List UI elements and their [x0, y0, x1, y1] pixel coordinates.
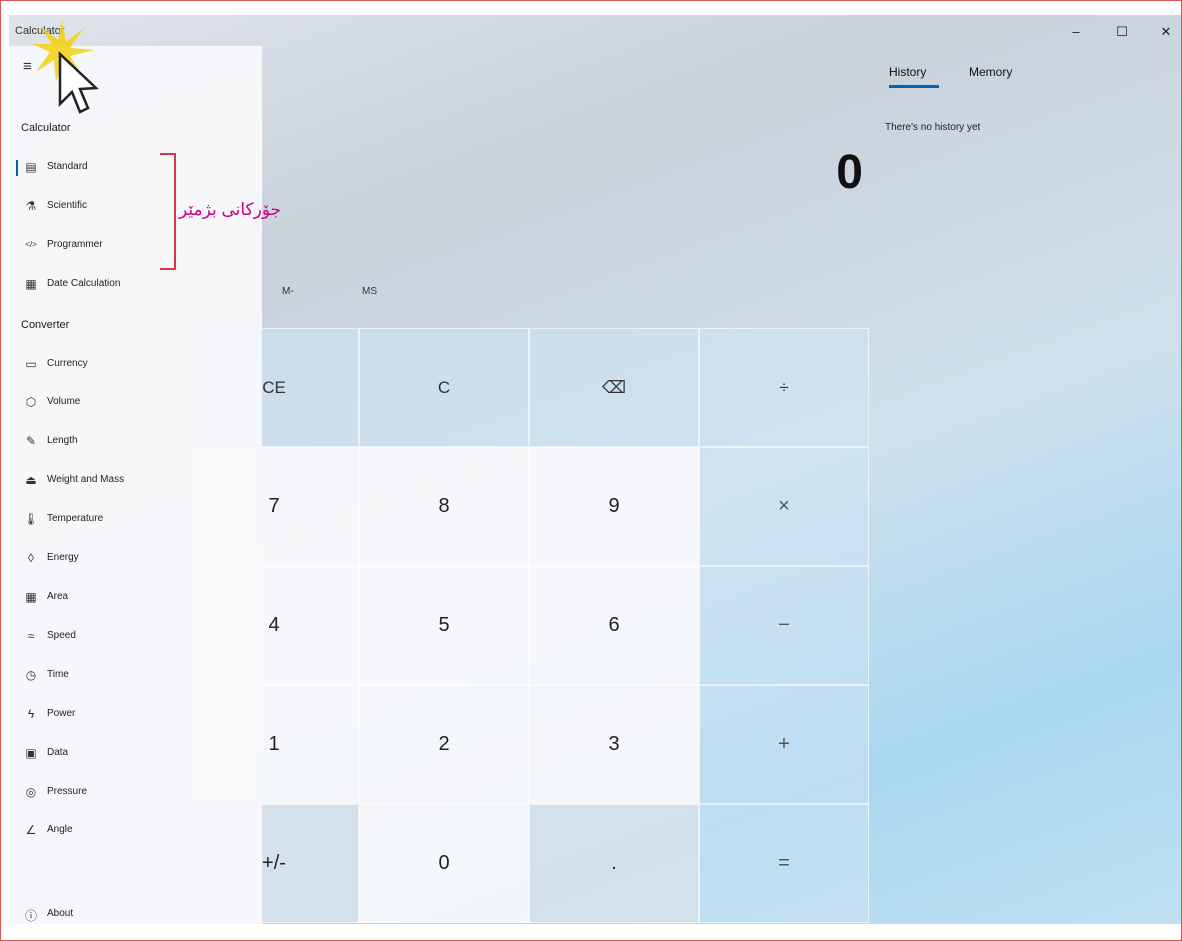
nav-item-programmer[interactable]: </> Programmer [9, 229, 262, 263]
nav-item-energy[interactable]: ◊ Energy [9, 542, 262, 576]
nav-item-about[interactable]: ⓘ About [9, 898, 262, 924]
subtract-button[interactable]: − [699, 566, 869, 685]
nav-item-time[interactable]: ◷ Time [9, 659, 262, 693]
nav-label: Angle [47, 824, 73, 835]
nav-item-length[interactable]: ✎ Length [9, 425, 262, 459]
digit-8-button[interactable]: 8 [359, 447, 529, 566]
lightning-icon: ϟ [27, 707, 35, 721]
tab-history[interactable]: History [889, 65, 926, 79]
digit-3-button[interactable]: 3 [529, 685, 699, 804]
nav-item-speed[interactable]: ≈ Speed [9, 620, 262, 654]
nav-label: Volume [47, 396, 81, 407]
digit-6-button[interactable]: 6 [529, 566, 699, 685]
close-button[interactable]: ✕ [1151, 21, 1181, 43]
add-button[interactable]: + [699, 685, 869, 804]
annotation-label: جۆرکانی بژمێر [179, 200, 282, 219]
nav-label: Currency [47, 358, 88, 369]
nav-label: Programmer [47, 239, 103, 250]
selected-indicator [16, 160, 18, 176]
nav-item-weight-and-mass[interactable]: ⏏ Weight and Mass [9, 464, 262, 498]
clear-button[interactable]: C [359, 328, 529, 447]
area-icon: ▦ [25, 590, 37, 604]
nav-label: Data [47, 747, 69, 758]
calculator-icon: ▤ [25, 160, 37, 174]
history-panel: History Memory There's no history yet [871, 55, 1171, 205]
title-bar: Calculator – ☐ ✕ [9, 15, 1181, 47]
flask-icon: ⚗ [25, 199, 37, 213]
multiply-button[interactable]: × [699, 447, 869, 566]
code-icon: </> [25, 240, 37, 249]
nav-item-currency[interactable]: ▭ Currency [9, 348, 262, 382]
currency-icon: ▭ [25, 357, 37, 371]
nav-item-data[interactable]: ▣ Data [9, 737, 262, 771]
nav-label: Speed [47, 630, 76, 641]
divide-button[interactable]: ÷ [699, 328, 869, 447]
ruler-icon: ✎ [25, 434, 37, 448]
nav-label: Scientific [47, 200, 88, 211]
maximize-button[interactable]: ☐ [1107, 21, 1137, 43]
nav-item-volume[interactable]: ⬡ Volume [9, 386, 262, 420]
annotation-bracket [160, 153, 176, 270]
decimal-button[interactable]: . [529, 804, 699, 923]
nav-label: Temperature [47, 513, 104, 524]
memory-store-button[interactable]: MS [362, 286, 377, 297]
active-tab-indicator [889, 85, 939, 88]
calendar-icon: ▦ [25, 277, 37, 291]
nav-item-angle[interactable]: ∠ Angle [9, 814, 262, 848]
digit-2-button[interactable]: 2 [359, 685, 529, 804]
speed-icon: ≈ [27, 629, 35, 643]
backspace-button[interactable]: ⌫ [529, 328, 699, 447]
equals-button[interactable]: = [699, 804, 869, 923]
info-icon: ⓘ [24, 909, 37, 923]
mouse-cursor-icon [32, 20, 99, 114]
flame-icon: ◊ [28, 551, 34, 565]
result-display: 0 [836, 146, 863, 199]
calculator-section-header: Calculator [21, 122, 71, 134]
clock-icon: ◷ [25, 668, 37, 682]
nav-label: Power [47, 708, 76, 719]
keypad: CE C ⌫ ÷ 7 8 9 × 4 5 6 − 1 2 3 + +/- 0 .… [189, 328, 869, 924]
nav-label: About [47, 908, 74, 919]
calculator-window: Calculator – ☐ ✕ 0 M- MS CE C ⌫ ÷ 7 8 9 … [9, 15, 1181, 924]
nav-item-power[interactable]: ϟ Power [9, 698, 262, 732]
nav-label: Pressure [47, 786, 88, 797]
converter-section-header: Converter [21, 319, 70, 331]
hamburger-menu-icon[interactable]: ≡ [23, 58, 32, 75]
nav-label: Weight and Mass [47, 474, 125, 485]
cube-icon: ⬡ [25, 395, 37, 409]
nav-item-temperature[interactable]: 🌡 Temperature [9, 503, 262, 537]
nav-label: Date Calculation [47, 278, 121, 289]
digit-0-button[interactable]: 0 [359, 804, 529, 923]
data-icon: ▣ [25, 746, 37, 760]
nav-item-date-calculation[interactable]: ▦ Date Calculation [9, 268, 262, 302]
minimize-button[interactable]: – [1061, 21, 1091, 43]
digit-9-button[interactable]: 9 [529, 447, 699, 566]
digit-5-button[interactable]: 5 [359, 566, 529, 685]
nav-item-standard[interactable]: ▤ Standard [9, 151, 262, 185]
angle-icon: ∠ [25, 823, 37, 837]
nav-label: Area [47, 591, 69, 602]
gauge-icon: ◎ [25, 785, 37, 799]
navigation-pane: ≡ Calculator ▤ Standard ⚗ Scientific </>… [9, 46, 262, 924]
memory-subtract-button[interactable]: M- [282, 286, 294, 297]
history-empty-message: There's no history yet [885, 122, 981, 133]
tab-memory[interactable]: Memory [969, 65, 1012, 79]
weight-icon: ⏏ [25, 473, 37, 487]
thermometer-icon: 🌡 [23, 512, 39, 526]
nav-item-area[interactable]: ▦ Area [9, 581, 262, 615]
nav-label: Standard [47, 161, 88, 172]
nav-label: Energy [47, 552, 79, 563]
nav-label: Time [47, 669, 69, 680]
nav-item-pressure[interactable]: ◎ Pressure [9, 776, 262, 810]
nav-label: Length [47, 435, 78, 446]
